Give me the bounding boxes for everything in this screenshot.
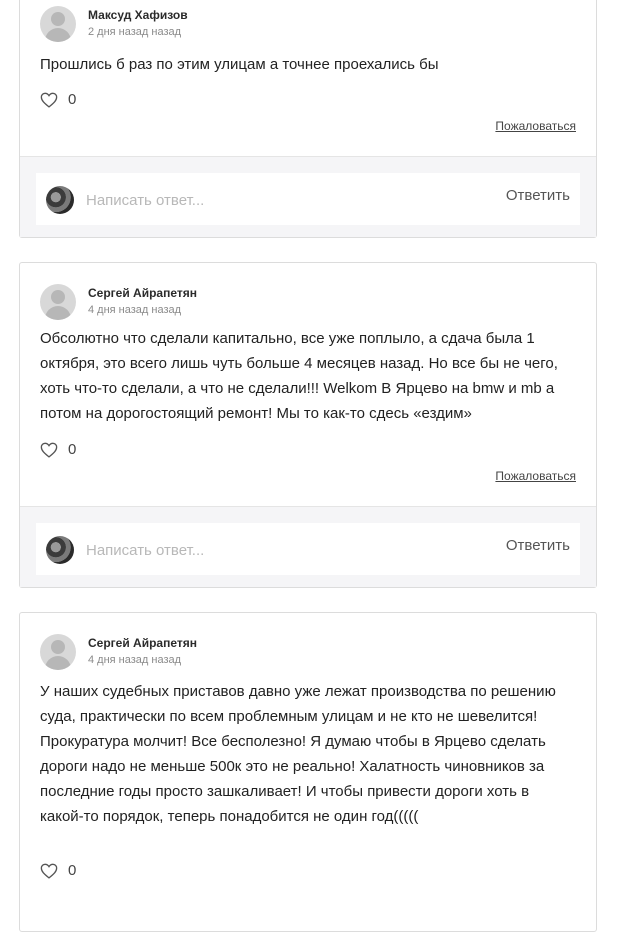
heart-icon [40,92,58,108]
comment-text: Обсолютно что сделали капитально, все уж… [40,330,558,422]
reply-section: Ответить [20,156,596,237]
current-user-avatar [46,536,74,564]
reply-input[interactable] [86,536,446,564]
like-count: 0 [68,862,77,879]
comment-author[interactable]: Сергей Айрапетян [88,636,197,650]
user-avatar-icon [40,284,76,320]
comment-card: Сергей Айрапетян 4 дня назад назад У наш… [19,612,597,932]
current-user-avatar [46,186,74,214]
comment-timestamp: 4 дня назад назад [88,304,182,316]
comment-text: Прошлись б раз по этим улицам а точнее п… [40,56,439,73]
comment-timestamp: 4 дня назад назад [88,654,182,666]
reply-button[interactable]: Ответить [506,537,570,554]
heart-icon [40,863,58,879]
like-count: 0 [68,91,77,108]
comment-card: Сергей Айрапетян 4 дня назад назад Обсол… [19,262,597,588]
reply-box: Ответить [36,523,580,575]
like-count: 0 [68,441,77,458]
like-button[interactable]: 0 [40,91,76,108]
reply-box: Ответить [36,173,580,225]
like-button[interactable]: 0 [40,862,76,879]
like-button[interactable]: 0 [40,441,76,458]
reply-input[interactable] [86,186,446,214]
comment-timestamp: 2 дня назад назад [88,26,182,38]
comment-text: У наших судебных приставов давно уже леж… [40,683,556,825]
user-avatar-icon [40,6,76,42]
report-link[interactable]: Пожаловаться [495,119,576,133]
comment-card: Максуд Хафизов 2 дня назад назад Прошлис… [19,0,597,238]
comment-author[interactable]: Максуд Хафизов [88,8,188,22]
report-link[interactable]: Пожаловаться [495,469,576,483]
comment-author[interactable]: Сергей Айрапетян [88,286,197,300]
reply-section: Ответить [20,506,596,587]
user-avatar-icon [40,634,76,670]
heart-icon [40,442,58,458]
reply-button[interactable]: Ответить [506,187,570,204]
